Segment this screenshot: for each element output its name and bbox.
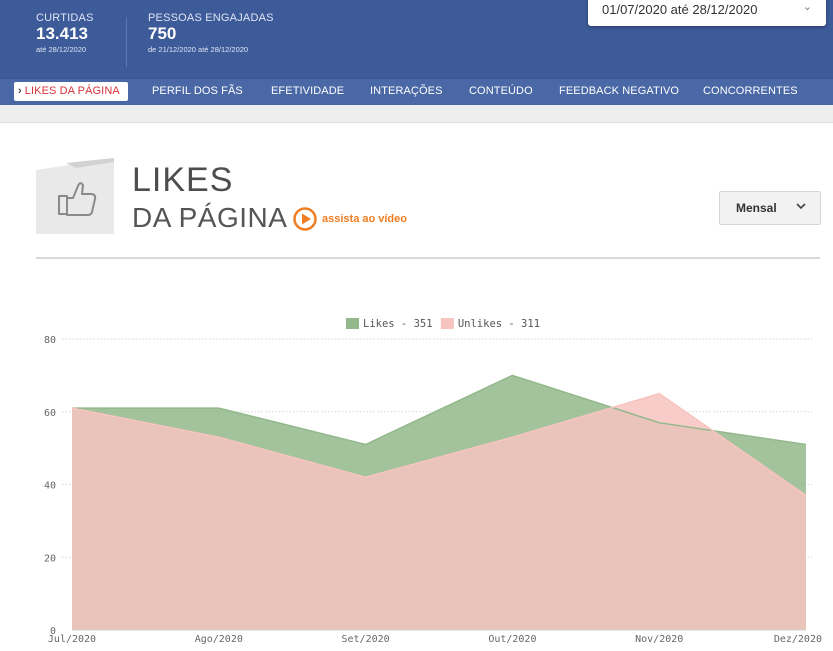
y-tick-label: 60	[44, 408, 56, 419]
tab-label: INTERAÇÕES	[370, 85, 443, 97]
play-icon	[293, 207, 317, 231]
stat-pessoas-engajadas: PESSOAS ENGAJADAS 750 de 21/12/2020 até …	[148, 12, 274, 54]
date-range-picker[interactable]: 01/07/2020 até 28/12/2020 ⌄	[588, 0, 826, 26]
y-tick-label: 80	[44, 335, 56, 346]
likes-area-chart: 020406080Jul/2020 Ago/2020 Set/2020 Out/202…	[44, 318, 822, 645]
chevron-right-icon: ›	[18, 85, 22, 97]
tab-label: PERFIL DOS FÃS	[152, 85, 243, 97]
tab-conteudo[interactable]: CONTEÚDO	[469, 85, 533, 97]
legend-swatch[interactable]	[440, 318, 454, 329]
header-bar: CURTIDAS 13.413 até 28/12/2020 PESSOAS E…	[0, 0, 833, 78]
tab-perfil-dos-fas[interactable]: PERFIL DOS FÃS	[152, 85, 243, 97]
tab-label: CONCORRENTES	[703, 85, 798, 97]
legend-swatch[interactable]	[346, 318, 359, 329]
divider-strip	[0, 105, 833, 123]
watch-video-label: assista ao vídeo	[322, 213, 407, 225]
x-tick-label: Nov/2020	[635, 634, 683, 645]
y-tick-label: 20	[44, 553, 56, 564]
tab-interacoes[interactable]: INTERAÇÕES	[370, 85, 443, 97]
x-tick-label: Ago/2020	[195, 634, 243, 645]
watch-video-link[interactable]: assista ao vídeo	[293, 207, 407, 231]
stat-label: CURTIDAS	[36, 12, 94, 24]
stat-sub: até 28/12/2020	[36, 45, 87, 54]
x-tick-label: Dez/2020	[774, 634, 822, 645]
tab-label: EFETIVIDADE	[271, 85, 345, 97]
stat-divider	[126, 17, 127, 67]
stat-sub: de 21/12/2020 até 28/12/2020	[148, 45, 249, 54]
tab-efetividade[interactable]: EFETIVIDADE	[271, 85, 344, 97]
x-tick-label: Set/2020	[342, 634, 390, 645]
x-tick-label: Out/2020	[488, 634, 536, 645]
tab-label: CONTEÚDO	[469, 85, 533, 97]
page-title-line-1: LIKES	[132, 161, 234, 199]
section-nav: › LIKES DA PÁGINA PERFIL DOS FÃS EFETIVID…	[0, 78, 833, 105]
period-select-value: Mensal	[736, 201, 777, 215]
chevron-down-icon	[796, 203, 806, 209]
period-select[interactable]: Mensal	[719, 191, 821, 225]
legend-label[interactable]: Unlikes - 311	[458, 318, 540, 330]
tab-likes-da-pagina[interactable]: › LIKES DA PÁGINA	[14, 82, 128, 101]
date-range-text: 01/07/2020 até 28/12/2020	[602, 2, 758, 17]
stat-value: 750	[148, 24, 177, 43]
tab-feedback-negativo[interactable]: FEEDBACK NEGATIVO	[559, 85, 679, 97]
x-tick-label: Jul/2020	[48, 634, 96, 645]
thumbs-up-icon	[36, 158, 114, 234]
page-title-line-2: DA PÁGINA	[132, 202, 288, 233]
tab-concorrentes[interactable]: CONCORRENTES	[703, 85, 798, 97]
stat-curtidas: CURTIDAS 13.413 até 28/12/2020	[36, 12, 94, 54]
chevron-down-icon: ⌄	[802, 1, 812, 13]
tab-label: LIKES DA PÁGINA	[24, 85, 120, 97]
stat-label: PESSOAS ENGAJADAS	[148, 12, 274, 24]
y-tick-label: 40	[44, 481, 56, 492]
tab-label: FEEDBACK NEGATIVO	[559, 85, 680, 97]
legend-label[interactable]: Likes - 351	[363, 318, 433, 330]
chart-legend: Likes - 351 Unlikes - 311	[346, 318, 540, 330]
stat-value: 13.413	[36, 24, 88, 43]
title-divider	[36, 257, 820, 259]
